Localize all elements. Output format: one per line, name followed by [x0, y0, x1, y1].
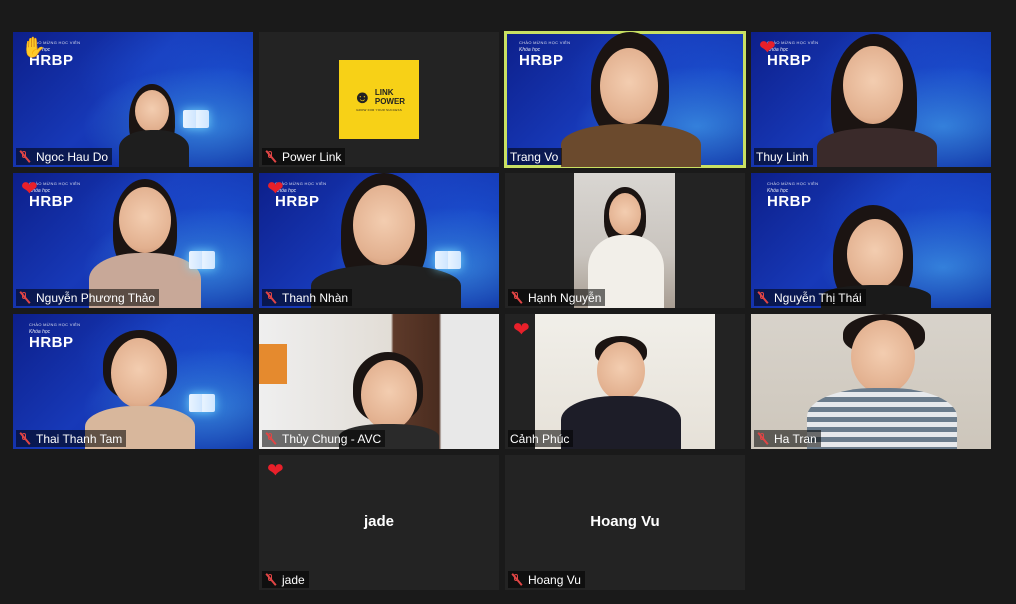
- banner-welcome-text: CHÀO MỪNG HỌC VIÊN: [767, 181, 819, 186]
- heart-icon: ❤: [267, 178, 284, 200]
- participant-name: Thanh Nhàn: [282, 290, 349, 305]
- mic-muted-icon: [264, 432, 277, 445]
- participant-name-label: Power Link: [262, 148, 346, 165]
- video-tile-ha-tran[interactable]: Ha Tran: [751, 314, 991, 449]
- participant-name-label: Thủy Chung - AVC: [262, 430, 386, 447]
- mic-muted-icon: [756, 291, 769, 304]
- video-tile-nguyen-phuong-thao[interactable]: CHÀO MỪNG HỌC VIÊN Khóa học HRBP ❤ Nguyễ…: [13, 173, 253, 308]
- participant-name: Thuy Linh: [756, 149, 809, 164]
- video-tile-canh-phuc[interactable]: ❤ Cảnh Phúc: [505, 314, 745, 449]
- video-tile-thanh-nhan[interactable]: CHÀO MỪNG HỌC VIÊN Khóa học HRBP ❤ Thanh…: [259, 173, 499, 308]
- video-tile-nguyen-thi-thai[interactable]: CHÀO MỪNG HỌC VIÊN Khóa học HRBP Nguyễn …: [751, 173, 991, 308]
- participant-name: jade: [282, 572, 305, 587]
- participant-display-name: jade: [363, 513, 394, 530]
- mic-muted-icon: [264, 150, 277, 163]
- participant-name-label: Nguyễn Phương Thảo: [16, 289, 160, 306]
- video-tile-ngoc-hau-do[interactable]: CHÀO MỪNG HỌC VIÊN Khóa học HRBP ✋ Ngoc …: [13, 32, 253, 167]
- video-tile-hanh-nguyen[interactable]: Hạnh Nguyễn: [505, 173, 745, 308]
- owl-logo-icon: ☻: [352, 86, 372, 107]
- heart-icon: ❤: [759, 37, 776, 59]
- participant-name: Ngoc Hau Do: [36, 149, 109, 164]
- participant-name-label: Hạnh Nguyễn: [508, 289, 606, 306]
- video-tile-hoang-vu[interactable]: Hoang Vu Hoang Vu: [505, 455, 745, 590]
- heart-icon: ❤: [21, 178, 38, 200]
- course-banner: CHÀO MỪNG HỌC VIÊN Khóa học HRBP: [519, 40, 570, 69]
- participant-name: Trang Vo: [510, 149, 559, 164]
- video-tile-thai-thanh-tam[interactable]: CHÀO MỪNG HỌC VIÊN Khóa học HRBP Thai Th…: [13, 314, 253, 449]
- video-tile-power-link[interactable]: ☻ LINK POWER GROW FOR YOUR SUCCESS Power…: [259, 32, 499, 167]
- participant-name-label: Thuy Linh: [754, 148, 813, 165]
- participant-video: [574, 173, 675, 308]
- banner-course-name: HRBP: [519, 52, 564, 69]
- video-tile-thuy-linh[interactable]: CHÀO MỪNG HỌC VIÊN Khóa học HRBP ❤ Thuy …: [751, 32, 991, 167]
- mic-muted-icon: [18, 432, 31, 445]
- logo-tagline: GROW FOR YOUR SUCCESS: [356, 107, 402, 112]
- participant-name: Nguyễn Thị Thái: [774, 290, 862, 305]
- mic-muted-icon: [756, 432, 769, 445]
- logo-line1: LINK: [374, 87, 394, 97]
- mic-muted-icon: [264, 291, 277, 304]
- banner-course-label: Khóa học: [29, 329, 51, 335]
- participant-name: Nguyễn Phương Thảo: [36, 290, 156, 305]
- participant-display-name: Hoang Vu: [590, 513, 660, 530]
- raised-hand-icon: ✋: [21, 37, 46, 59]
- participant-name-label: Ha Tran: [754, 430, 821, 447]
- participant-name-label: Hoang Vu: [508, 571, 585, 588]
- mic-muted-icon: [264, 573, 277, 586]
- participant-name: Hoang Vu: [528, 572, 581, 587]
- heart-icon: ❤: [267, 460, 284, 482]
- course-banner: CHÀO MỪNG HỌC VIÊN Khóa học HRBP: [767, 181, 818, 210]
- participant-name-label: jade: [262, 571, 309, 588]
- participant-name-label: Ngoc Hau Do: [16, 148, 113, 165]
- participant-name: Ha Tran: [774, 431, 817, 446]
- video-tile-jade[interactable]: ❤ jade jade: [259, 455, 499, 590]
- participant-name-label: Cảnh Phúc: [508, 430, 574, 447]
- banner-course-label: Khóa học: [519, 47, 541, 53]
- video-tile-trang-vo[interactable]: CHÀO MỪNG HỌC VIÊN Khóa học HRBP Trang V…: [504, 31, 746, 168]
- logo-line2: POWER: [374, 96, 406, 106]
- mic-muted-icon: [510, 573, 523, 586]
- participant-name: Hạnh Nguyễn: [528, 290, 602, 305]
- participant-name-label: Nguyễn Thị Thái: [754, 289, 866, 306]
- participant-name: Power Link: [282, 149, 342, 164]
- mic-muted-icon: [510, 291, 523, 304]
- banner-welcome-text: CHÀO MỪNG HỌC VIÊN: [29, 322, 81, 327]
- participant-name-label: Thanh Nhàn: [262, 289, 353, 306]
- link-power-logo: ☻ LINK POWER GROW FOR YOUR SUCCESS: [339, 60, 419, 139]
- mic-muted-icon: [18, 291, 31, 304]
- video-tile-thuy-chung[interactable]: Thủy Chung - AVC: [259, 314, 499, 449]
- banner-welcome-text: CHÀO MỪNG HỌC VIÊN: [519, 40, 571, 45]
- participant-name: Cảnh Phúc: [510, 431, 570, 446]
- heart-icon: ❤: [513, 319, 530, 341]
- participant-name-label: Trang Vo: [508, 148, 563, 165]
- banner-course-label: Khóa học: [767, 188, 789, 194]
- mic-muted-icon: [18, 150, 31, 163]
- participant-name-label: Thai Thanh Tam: [16, 430, 127, 447]
- course-banner: CHÀO MỪNG HỌC VIÊN Khóa học HRBP: [29, 322, 80, 351]
- participant-name: Thai Thanh Tam: [36, 431, 123, 446]
- banner-course-name: HRBP: [767, 193, 812, 210]
- participant-video: [535, 314, 715, 449]
- banner-course-name: HRBP: [29, 334, 74, 351]
- participant-name: Thủy Chung - AVC: [282, 431, 382, 446]
